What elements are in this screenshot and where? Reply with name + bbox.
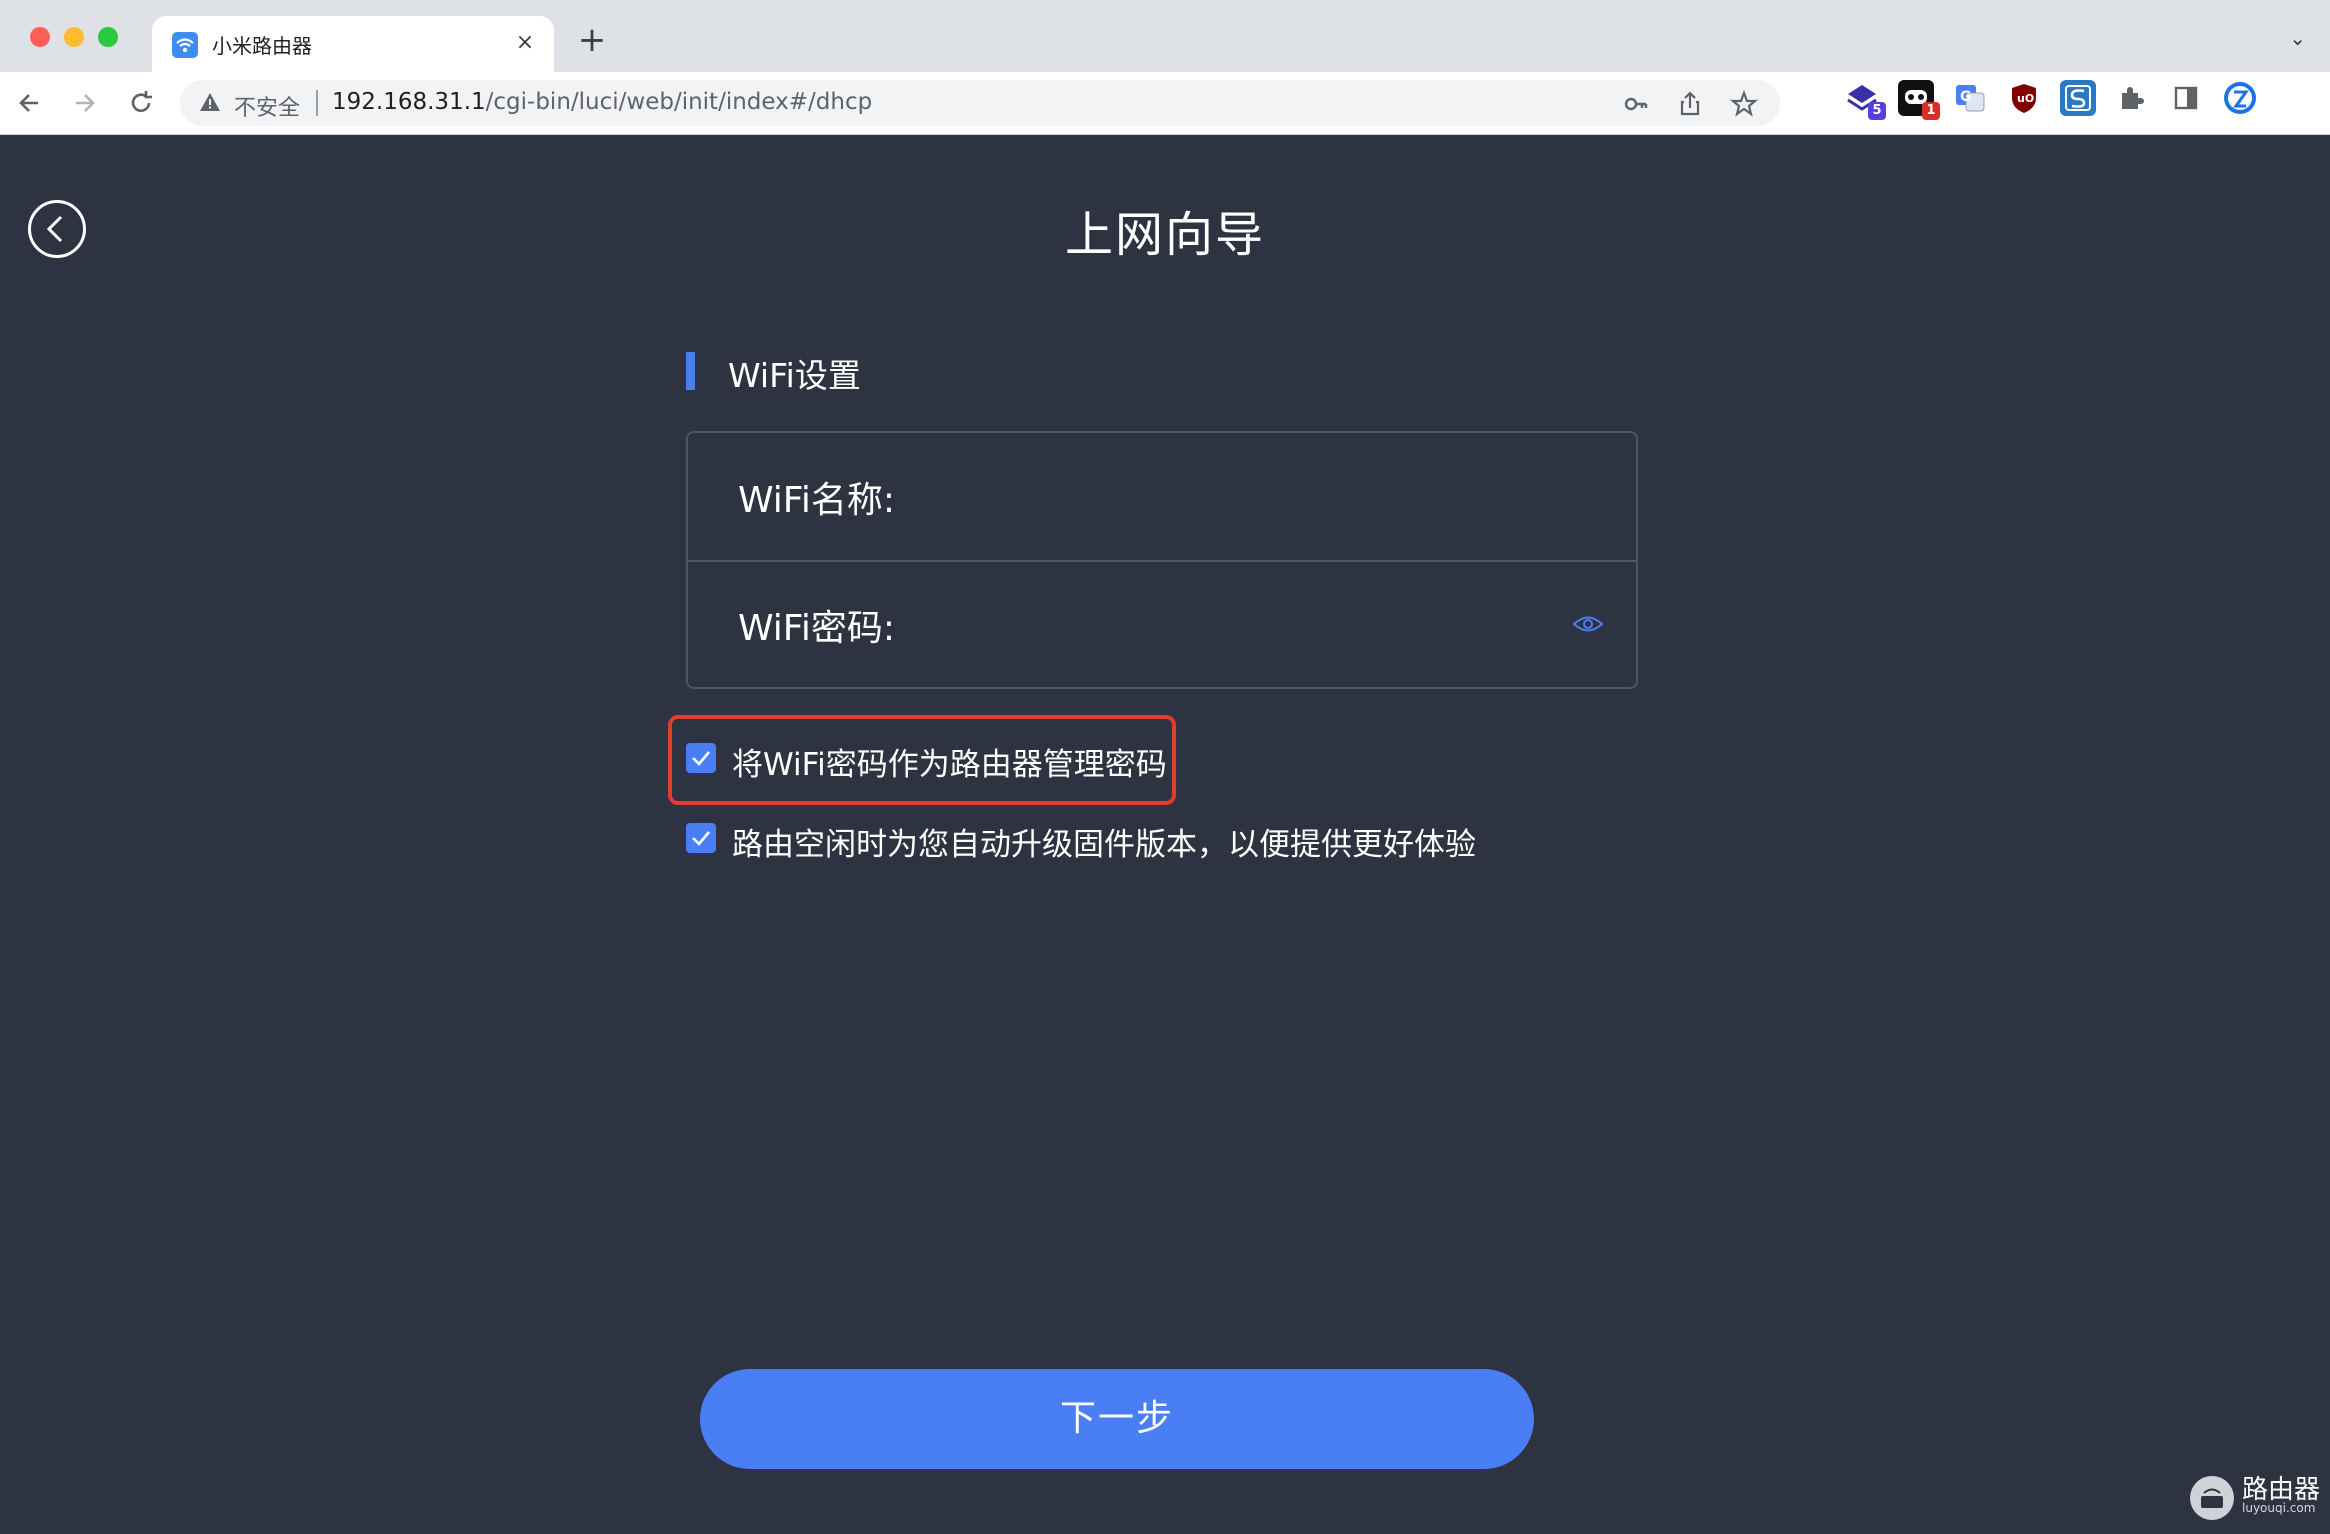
back-arrow-icon[interactable]	[12, 84, 50, 122]
extension-toolbar: 5 1 G uO	[1844, 80, 2258, 120]
form-divider	[688, 560, 1636, 562]
next-step-button[interactable]: 下一步	[700, 1369, 1534, 1469]
router-setup-page: 上网向导 WiFi设置 WiFi名称: WiFi密码: 将WiFi密码作为路由器…	[0, 135, 2330, 1534]
auto-upgrade-checkbox[interactable]	[686, 823, 716, 853]
share-icon[interactable]	[1672, 86, 1708, 122]
ext-badge: 5	[1868, 102, 1886, 120]
tab-search-chevron-icon[interactable]: ⌄	[2289, 26, 2306, 50]
wifi-favicon-icon	[172, 32, 198, 58]
reload-icon[interactable]	[122, 84, 160, 122]
tab-close-icon[interactable]: ×	[510, 28, 540, 58]
window-minimize-button[interactable]	[64, 27, 84, 47]
svg-text:G: G	[1960, 89, 1972, 105]
profile-avatar-icon[interactable]	[2222, 80, 2258, 116]
extensions-puzzle-icon[interactable]	[2114, 80, 2150, 116]
browser-tabbar: 小米路由器 × + ⌄	[0, 0, 2330, 72]
wifi-name-field[interactable]: WiFi名称:	[738, 471, 895, 523]
url-host: 192.168.31.1	[332, 89, 486, 115]
wifi-password-field[interactable]: WiFi密码:	[738, 599, 895, 651]
watermark-router-logo	[2190, 1476, 2234, 1520]
eye-icon[interactable]	[1572, 613, 1604, 635]
star-icon[interactable]	[1726, 86, 1762, 122]
ext-ublock-icon[interactable]: uO	[2006, 80, 2042, 116]
ext-mask-icon[interactable]: 1	[1898, 80, 1940, 120]
ext-badge: 1	[1922, 102, 1940, 120]
tab-title: 小米路由器	[212, 34, 312, 58]
sidepanel-icon[interactable]	[2168, 80, 2204, 116]
new-tab-button[interactable]: +	[574, 22, 610, 58]
ext-stack-icon[interactable]: 5	[1844, 80, 1886, 120]
admin-password-checkbox[interactable]	[686, 743, 716, 773]
warning-triangle-icon[interactable]	[198, 90, 222, 114]
window-close-button[interactable]	[30, 27, 50, 47]
address-bar[interactable]: 不安全 192.168.31.1/cgi-bin/luci/web/init/i…	[180, 80, 1780, 126]
ext-translate-icon[interactable]: G	[1952, 80, 1988, 116]
wifi-settings-form: WiFi名称: WiFi密码:	[686, 431, 1638, 689]
checkmark-icon	[692, 751, 710, 766]
url-path: /cgi-bin/luci/web/init/index#/dhcp	[485, 89, 873, 115]
section-accent-bar	[686, 352, 695, 390]
watermark-subtext: luyouqi.com	[2242, 1501, 2316, 1515]
checkmark-icon	[692, 831, 710, 846]
key-icon[interactable]	[1618, 86, 1654, 122]
window-zoom-button[interactable]	[98, 27, 118, 47]
section-title: WiFi设置	[728, 356, 861, 395]
browser-tab-active[interactable]: 小米路由器 ×	[152, 16, 554, 72]
svg-text:uO: uO	[2017, 92, 2034, 105]
url-text[interactable]: 192.168.31.1/cgi-bin/luci/web/init/index…	[332, 89, 872, 115]
page-title: 上网向导	[1064, 207, 1265, 263]
address-divider	[316, 90, 318, 116]
not-secure-label[interactable]: 不安全	[234, 90, 300, 122]
ext-s-icon[interactable]	[2060, 80, 2096, 116]
omnibox-icons	[1618, 86, 1762, 122]
auto-upgrade-checkbox-label[interactable]: 路由空闲时为您自动升级固件版本，以便提供更好体验	[732, 819, 1476, 864]
admin-password-checkbox-label[interactable]: 将WiFi密码作为路由器管理密码	[732, 739, 1167, 784]
forward-arrow-icon[interactable]	[66, 84, 104, 122]
